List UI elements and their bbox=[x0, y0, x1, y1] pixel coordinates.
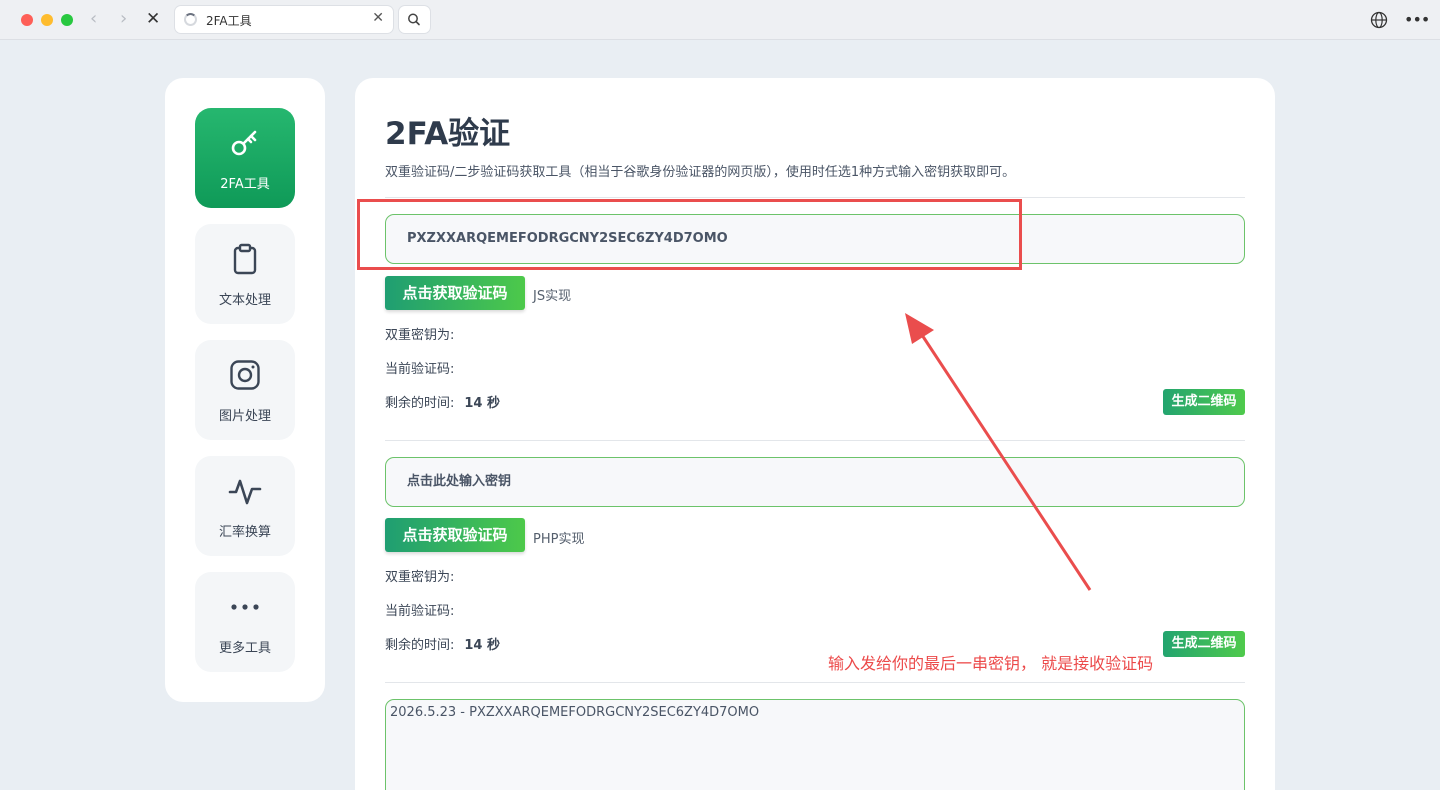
annotation-arrow-icon bbox=[905, 313, 1092, 591]
annotation-text: 输入发给你的最后一串密钥， 就是接收验证码 bbox=[828, 654, 1154, 673]
